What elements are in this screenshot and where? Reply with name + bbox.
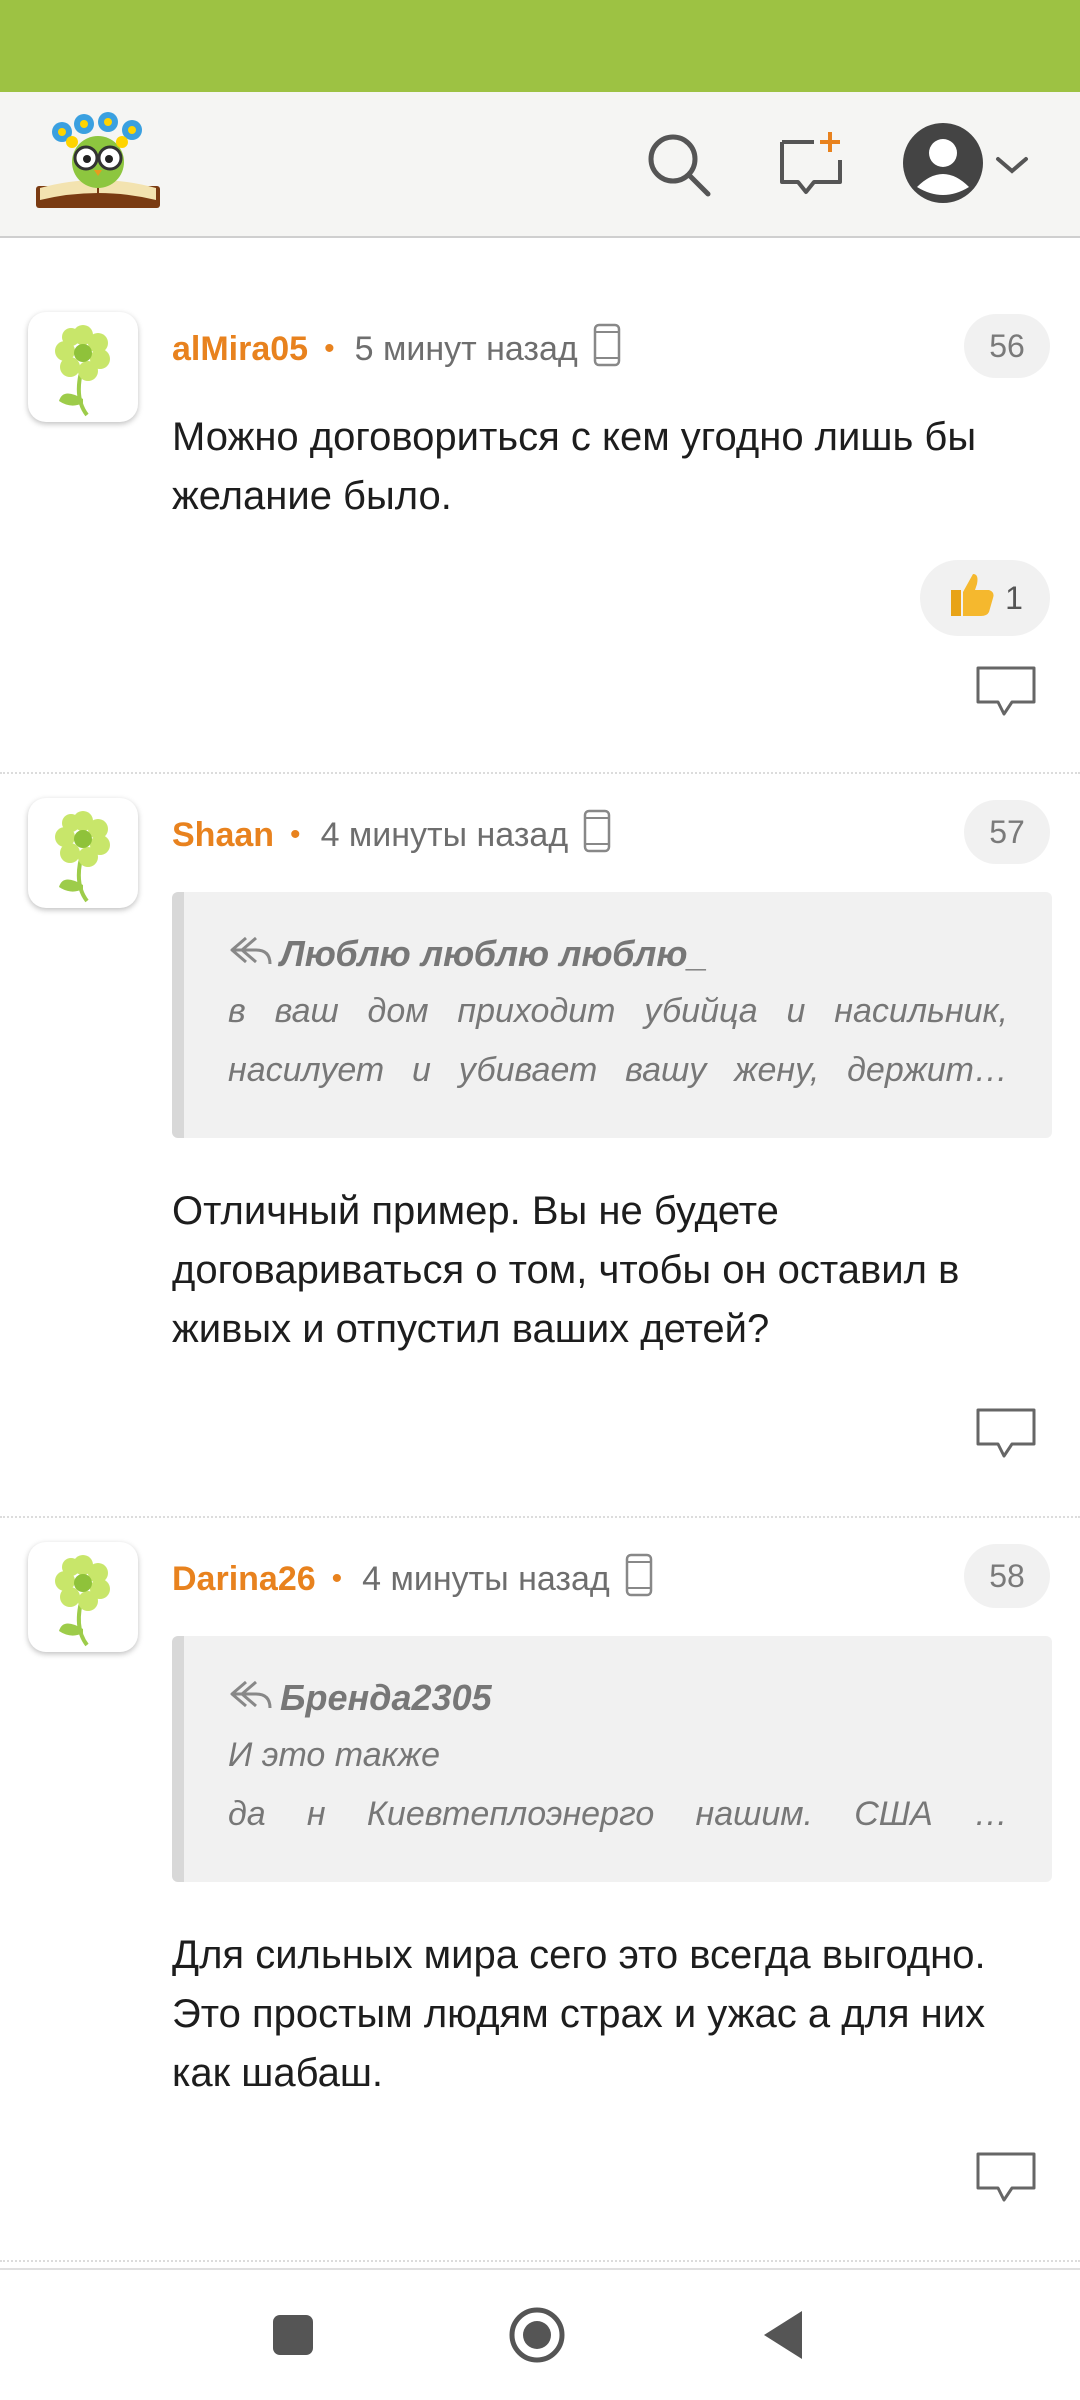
quote-author-name: Бренда2305 — [280, 1677, 492, 1718]
comment-text: Для сильных мира сего это всегда выгодно… — [172, 1933, 986, 2095]
site-logo[interactable] — [32, 106, 164, 214]
quote-line: И это также — [228, 1736, 440, 1774]
comment-item: alMira05 • 5 минут назад 56 Можно догово… — [0, 282, 1080, 774]
comment-text: Отличный пример. Вы не будете договарива… — [172, 1189, 960, 1351]
comment-number[interactable]: 56 — [964, 314, 1050, 378]
comment-meta: alMira05 • 5 минут назад — [172, 323, 622, 376]
mobile-device-icon — [582, 809, 612, 862]
comment-item: Shaan • 4 минуты назад 57 Люблю люблю лю… — [0, 776, 1080, 1518]
like-count: 1 — [1005, 579, 1023, 616]
quote-author: Люблю люблю люблю_ — [228, 926, 1008, 982]
home-icon[interactable] — [502, 2300, 572, 2370]
status-bar — [0, 0, 1080, 92]
recent-apps-icon[interactable] — [258, 2300, 328, 2370]
quoted-comment[interactable]: Бренда2305 И это также да н Киевтеплоэне… — [172, 1636, 1052, 1882]
mobile-device-icon — [624, 1553, 654, 1606]
comment-text: Можно договориться с кем угодно лишь бы … — [172, 415, 977, 518]
comment-time: 4 минуты назад — [320, 815, 569, 854]
reply-arrow-icon — [228, 926, 274, 982]
comment-number[interactable]: 57 — [964, 800, 1050, 864]
app-header — [0, 92, 1080, 238]
quote-author: Бренда2305 — [228, 1670, 1008, 1726]
separator-dot: • — [331, 1562, 343, 1595]
comment-meta: Darina26 • 4 минуты назад — [172, 1553, 654, 1606]
comment-time: 4 минуты назад — [362, 1559, 610, 1598]
reply-icon[interactable] — [974, 664, 1038, 720]
quote-line: насилует и убивает вашу жену, держит… — [228, 1051, 1008, 1089]
reply-icon[interactable] — [974, 2150, 1038, 2206]
avatar[interactable] — [28, 798, 138, 908]
avatar-icon[interactable] — [898, 118, 988, 208]
quote-author-name: Люблю люблю люблю_ — [280, 933, 708, 974]
separator-dot: • — [290, 818, 301, 851]
quote-line: в ваш дом приходит убийца и насильник, — [228, 992, 1008, 1030]
quoted-comment[interactable]: Люблю люблю люблю_ в ваш дом приходит уб… — [172, 892, 1052, 1138]
comment-time: 5 минут назад — [354, 329, 578, 368]
author-name[interactable]: alMira05 — [172, 330, 308, 369]
search-icon[interactable] — [636, 122, 722, 208]
system-nav-bar — [0, 2268, 1080, 2400]
back-icon[interactable] — [748, 2300, 818, 2370]
comment-item: Darina26 • 4 минуты назад 58 Бренда2305 … — [0, 1520, 1080, 2262]
reply-arrow-icon — [228, 1670, 274, 1726]
comment-meta: Shaan • 4 минуты назад — [172, 809, 612, 862]
new-post-icon[interactable] — [768, 122, 854, 208]
author-name[interactable]: Shaan — [172, 816, 274, 855]
separator-dot: • — [324, 332, 335, 365]
avatar[interactable] — [28, 312, 138, 422]
like-button[interactable]: 1 — [920, 560, 1050, 636]
reply-icon[interactable] — [974, 1406, 1038, 1462]
mobile-device-icon — [592, 323, 622, 376]
quote-line: да н Киевтеплоэнерго нашим. США … — [228, 1795, 1008, 1833]
author-name[interactable]: Darina26 — [172, 1560, 316, 1599]
chevron-down-icon[interactable] — [990, 122, 1034, 208]
avatar[interactable] — [28, 1542, 138, 1652]
thumbs-up-icon — [947, 570, 995, 626]
comment-number[interactable]: 58 — [964, 1544, 1050, 1608]
